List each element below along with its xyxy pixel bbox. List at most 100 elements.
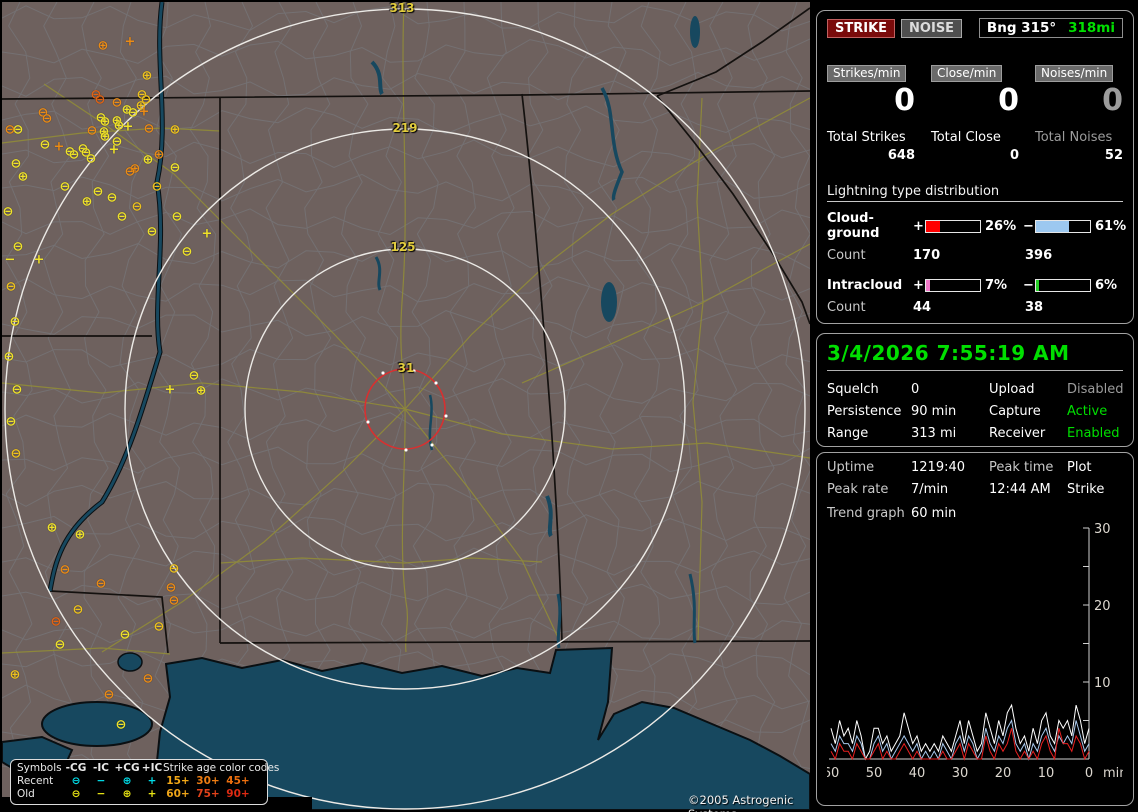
status-panel: 3/4/2026 7:55:19 AM Squelch 0 Upload Dis… [816,333,1134,447]
circle-plus-icon: ⊕ [122,788,132,800]
lightning-map[interactable]: ⊕ + ⊕ ⊖ ⊖ ⊖ ⊖ ⊖ ⊕ ⊖ ⊖ ⊕ ⊖ + ⊖ ⊕ ⊕ ⊕ + ⊖ ⊕ ⊕ ⊖ ⊖ ⊖ + ⊖ ⊖ ⊖ ⊖ ⊖ + ⊖ ⊕ ⊕ ⊕ ⊖ ⊕ ⊕ ⊖… [2,1,810,812]
statistics-panel: Uptime 1219:40 Peak time Plot Peak rate … [816,452,1134,806]
receiver-status: Enabled [1067,426,1120,441]
legend-header-neg-ic: -IC [93,762,109,774]
plot-label: Plot [1067,460,1092,475]
ic-positive-bar [925,279,981,292]
svg-text:50: 50 [866,766,883,781]
svg-text:min: min [1103,766,1123,781]
minus-icon: − [96,788,106,800]
strikes-per-min-label[interactable]: Strikes/min [827,65,907,82]
map-legend: Symbols -CG -IC +CG +IC Strike age color… [10,759,280,805]
plus-icon: + [147,788,157,800]
uptime-label: Uptime [827,460,875,475]
plot-value: Strike [1067,482,1105,497]
squelch-value: 0 [911,382,920,397]
svg-text:40: 40 [909,766,926,781]
circle-minus-icon: ⊖ [71,775,81,787]
total-noises-label: Total Noises [1035,130,1113,145]
receiver-label: Receiver [989,426,1046,441]
svg-text:0: 0 [1085,766,1093,781]
circle-minus-icon: ⊖ [71,788,81,800]
trend-graph-label: Trend graph [827,506,905,521]
copyright-text: ©2005 Astrogenic Systems [688,793,794,812]
legend-header-neg-cg: -CG [65,762,87,774]
trend-graph-value: 60 min [911,506,957,521]
peak-rate-value: 7/min [911,482,949,497]
legend-header-symbols: Symbols [17,762,62,774]
persistence-label: Persistence [827,404,902,419]
noise-mode-button[interactable]: NOISE [901,18,963,38]
capture-status: Active [1067,404,1108,419]
noises-per-min-label[interactable]: Noises/min [1035,65,1114,82]
peak-rate-label: Peak rate [827,482,889,497]
age-code-60: 60+ [166,788,190,800]
squelch-label: Squelch [827,382,879,397]
cg-positive-pct: 26% [985,218,1017,234]
cg-positive-count: 170 [913,248,941,263]
cg-positive-bar [925,219,981,233]
close-per-min-label[interactable]: Close/min [931,65,1003,82]
plus-sign: + [913,278,924,293]
uptime-value: 1219:40 [911,460,966,475]
minus-icon: − [96,775,106,787]
minus-sign: − [1023,218,1034,234]
strikes-per-min-value: 0 [894,83,915,118]
svg-text:10: 10 [1094,676,1111,691]
ic-negative-count: 38 [1025,300,1044,315]
age-code-45: 45+ [226,775,250,787]
bearing-range: 318mi [1068,20,1115,36]
circle-plus-icon: ⊕ [122,775,132,787]
peak-time-value: 12:44 AM [989,482,1051,497]
persistence-value: 90 min [911,404,957,419]
distribution-title: Lightning type distribution [827,184,1123,202]
strike-mode-button[interactable]: STRIKE [827,18,896,38]
total-strikes-value: 648 [887,148,915,163]
svg-text:30: 30 [1094,523,1111,537]
svg-text:20: 20 [995,766,1012,781]
legend-header-age-codes: Strike age color codes [163,762,280,774]
cg-count-label: Count [827,248,866,263]
svg-text:20: 20 [1094,599,1111,614]
total-noises-value: 52 [1104,148,1123,163]
svg-text:10: 10 [1038,766,1055,781]
ic-negative-pct: 6% [1095,278,1118,293]
svg-text:60: 60 [827,766,839,781]
cloud-ground-label: Cloud-ground [827,211,880,241]
legend-header-pos-cg: +CG [114,762,140,774]
legend-header-pos-ic: +IC [141,762,163,774]
legend-row-recent: Recent [17,775,54,787]
plus-sign: + [913,218,924,234]
noises-per-min-value: 0 [1102,83,1123,118]
ic-positive-pct: 7% [985,278,1008,293]
range-label: Range [827,426,869,441]
trend-graph: 10 20 30 60 50 40 30 20 10 0 min [827,523,1123,781]
legend-row-old: Old [17,788,35,800]
plus-icon: + [147,775,157,787]
datetime-display: 3/4/2026 7:55:19 AM [827,341,1070,365]
total-close-value: 0 [1009,148,1019,163]
nexstorm-window: ⊕ + ⊕ ⊖ ⊖ ⊖ ⊖ ⊖ ⊕ ⊖ ⊖ ⊕ ⊖ + ⊖ ⊕ ⊕ ⊕ + ⊖ ⊕ ⊕ ⊖ ⊖ ⊖ + ⊖ ⊖ ⊖ ⊖ ⊖ + ⊖ ⊕ ⊕ ⊕ ⊖ ⊕ ⊕ ⊖… [0,0,1138,812]
close-per-min-value: 0 [998,83,1019,118]
strike-counters-panel: STRIKE NOISE Bng 315° 318mi Strikes/min … [816,10,1134,324]
total-close-label: Total Close [931,130,1001,145]
age-code-75: 75+ [196,788,220,800]
cg-negative-bar [1035,219,1091,233]
ic-count-label: Count [827,300,866,315]
capture-label: Capture [989,404,1041,419]
total-strikes-label: Total Strikes [827,130,906,145]
cg-negative-pct: 61% [1095,218,1127,234]
ic-negative-bar [1035,279,1091,292]
map-graphics [2,2,810,810]
range-value: 313 mi [911,426,957,441]
cg-negative-count: 396 [1025,248,1053,263]
upload-label: Upload [989,382,1035,397]
bearing-readout: Bng 315° 318mi [978,18,1123,38]
age-code-30: 30+ [196,775,220,787]
upload-status: Disabled [1067,382,1124,397]
bearing-label: Bng 315° [986,20,1057,36]
age-code-90: 90+ [226,788,250,800]
peak-time-label: Peak time [989,460,1054,475]
svg-text:30: 30 [952,766,969,781]
minus-sign: − [1023,278,1034,293]
